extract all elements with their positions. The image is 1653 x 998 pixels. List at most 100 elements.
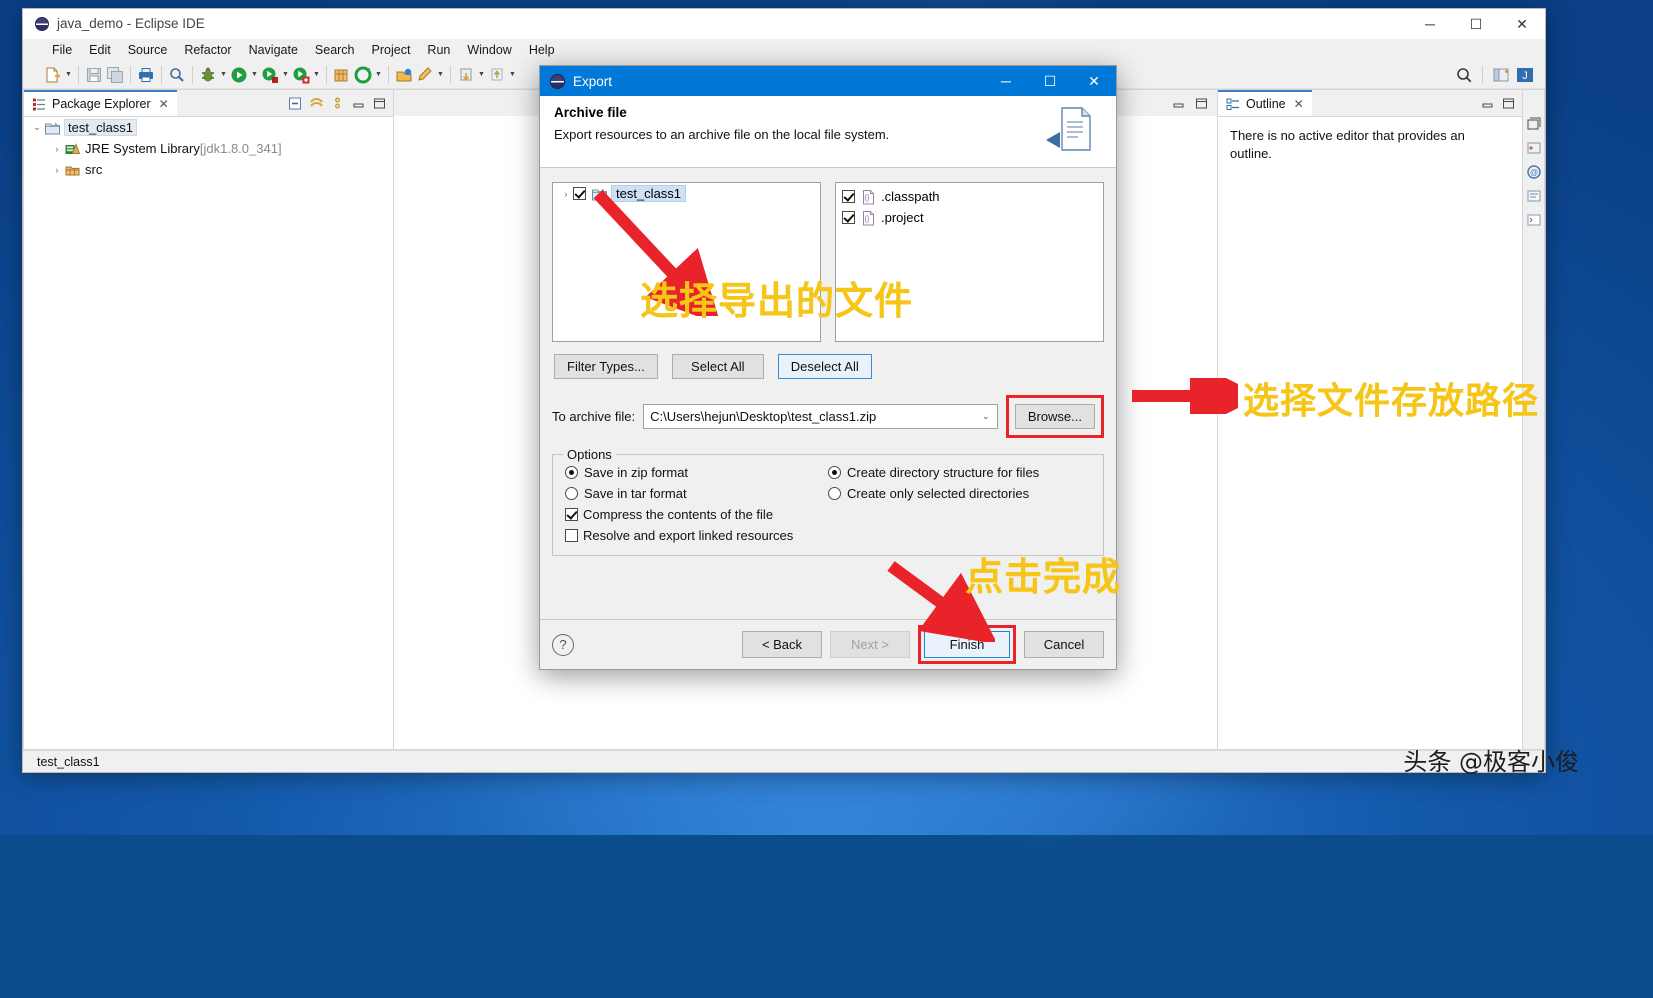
run-icon[interactable] (229, 65, 249, 85)
tab-outline[interactable]: Outline ✕ (1218, 90, 1312, 116)
debug-dropdown-icon[interactable]: ▼ (219, 65, 228, 85)
menu-project[interactable]: Project (365, 41, 418, 59)
back-button[interactable]: < Back (742, 631, 822, 658)
new-wizard-icon[interactable] (43, 65, 63, 85)
open-type-dropdown-icon[interactable]: ▼ (374, 65, 383, 85)
tree-item-jre[interactable]: › JRE System Library [jdk1.8.0_341] (24, 138, 393, 159)
cancel-button[interactable]: Cancel (1024, 631, 1104, 658)
filter-types-button[interactable]: Filter Types... (554, 354, 658, 379)
debug-icon[interactable] (198, 65, 218, 85)
minimize-view-icon[interactable] (351, 96, 366, 111)
twisty-icon[interactable]: ⌄ (30, 122, 44, 133)
radio-create-dir-structure[interactable] (828, 466, 841, 479)
checkbox-resolve-linked[interactable] (565, 529, 578, 542)
maximize-button[interactable]: ☐ (1453, 9, 1499, 39)
close-button[interactable]: ✕ (1499, 9, 1545, 39)
chevron-down-icon[interactable]: ⌄ (975, 411, 997, 422)
option-create-selected-dirs[interactable]: Create only selected directories (828, 486, 1091, 501)
file-checkbox-classpath[interactable] (842, 190, 855, 203)
option-create-dir-structure[interactable]: Create directory structure for files (828, 465, 1091, 480)
maximize-view-icon[interactable] (372, 96, 387, 111)
export-dialog-window-controls: ─ ☐ ✕ (984, 66, 1116, 96)
checkbox-compress[interactable] (565, 508, 578, 521)
maximize-outline-icon[interactable] (1501, 96, 1516, 111)
file-list-item[interactable]: {} .classpath (836, 186, 1103, 207)
new-java-package-icon[interactable] (332, 65, 352, 85)
menu-run[interactable]: Run (420, 41, 457, 59)
restore-icon[interactable] (1526, 116, 1542, 132)
menu-window[interactable]: Window (460, 41, 518, 59)
eclipse-logo-icon (550, 73, 565, 89)
option-compress[interactable]: Compress the contents of the file (565, 507, 828, 522)
outline-close-icon[interactable]: ✕ (1294, 97, 1304, 111)
menu-file[interactable]: File (45, 41, 79, 59)
browse-button[interactable]: Browse... (1014, 404, 1095, 429)
previous-annotation-dropdown-icon[interactable]: ▼ (508, 65, 517, 85)
menu-search[interactable]: Search (308, 41, 362, 59)
option-save-tar[interactable]: Save in tar format (565, 486, 828, 501)
tab-package-explorer[interactable]: Package Explorer ✕ (24, 90, 177, 116)
radio-save-tar[interactable] (565, 487, 578, 500)
quick-access-search-icon[interactable] (1454, 65, 1474, 85)
twisty-icon[interactable]: › (50, 165, 64, 175)
dialog-close-button[interactable]: ✕ (1072, 66, 1116, 96)
search-toolbar-icon[interactable] (167, 65, 187, 85)
javadoc-icon[interactable]: @ (1526, 164, 1542, 180)
new-wizard-dropdown-icon[interactable]: ▼ (64, 65, 73, 85)
package-explorer-close-icon[interactable]: ✕ (159, 97, 169, 111)
file-checkbox-project[interactable] (842, 211, 855, 224)
option-save-zip[interactable]: Save in zip format (565, 465, 828, 480)
minimize-button[interactable]: ─ (1407, 9, 1453, 39)
menu-help[interactable]: Help (522, 41, 562, 59)
edit-dropdown-icon[interactable]: ▼ (436, 65, 445, 85)
help-icon[interactable]: ? (552, 633, 574, 656)
open-perspective-icon[interactable] (394, 65, 414, 85)
run-external-tools-icon[interactable] (260, 65, 280, 85)
radio-save-zip[interactable] (565, 466, 578, 479)
save-icon[interactable] (84, 65, 104, 85)
collapse-all-icon[interactable] (288, 96, 303, 111)
options-legend: Options (563, 447, 616, 462)
next-annotation-dropdown-icon[interactable]: ▼ (477, 65, 486, 85)
save-all-icon[interactable] (105, 65, 125, 85)
next-annotation-icon[interactable] (456, 65, 476, 85)
radio-create-selected-dirs[interactable] (828, 487, 841, 500)
open-perspective-button-icon[interactable] (1491, 65, 1511, 85)
previous-annotation-icon[interactable] (487, 65, 507, 85)
edit-pencil-icon[interactable] (415, 65, 435, 85)
menu-refactor[interactable]: Refactor (177, 41, 238, 59)
minimize-editor-icon[interactable] (1171, 96, 1186, 111)
tree-item-project[interactable]: ⌄ test_class1 (24, 117, 393, 138)
toolbar-right-group: J (1454, 65, 1545, 85)
package-explorer-tree[interactable]: ⌄ test_class1 › JRE System Library [jdk1… (24, 116, 393, 749)
console-icon[interactable] (1526, 212, 1542, 228)
dialog-maximize-button[interactable]: ☐ (1028, 66, 1072, 96)
view-menu-icon[interactable] (330, 96, 345, 111)
run-external-dropdown-icon[interactable]: ▼ (281, 65, 290, 85)
run-coverage-icon[interactable] (291, 65, 311, 85)
minimize-outline-icon[interactable] (1480, 96, 1495, 111)
twisty-icon[interactable]: › (559, 189, 573, 199)
archive-file-combobox[interactable]: C:\Users\hejun\Desktop\test_class1.zip ⌄ (643, 404, 998, 429)
outline-view-toolbar (1311, 90, 1522, 116)
run-dropdown-icon[interactable]: ▼ (250, 65, 259, 85)
java-perspective-icon[interactable]: J (1515, 65, 1535, 85)
deselect-all-button[interactable]: Deselect All (777, 354, 872, 379)
menu-navigate[interactable]: Navigate (242, 41, 305, 59)
option-resolve-linked[interactable]: Resolve and export linked resources (565, 528, 828, 543)
menu-source[interactable]: Source (121, 41, 175, 59)
dialog-minimize-button[interactable]: ─ (984, 66, 1028, 96)
open-type-icon[interactable] (353, 65, 373, 85)
maximize-editor-icon[interactable] (1194, 96, 1209, 111)
link-with-editor-icon[interactable] (309, 96, 324, 111)
run-coverage-dropdown-icon[interactable]: ▼ (312, 65, 321, 85)
menu-edit[interactable]: Edit (82, 41, 118, 59)
print-icon[interactable] (136, 65, 156, 85)
select-all-button[interactable]: Select All (671, 354, 764, 379)
problems-icon[interactable] (1526, 140, 1542, 156)
twisty-icon[interactable]: › (50, 144, 64, 154)
declaration-icon[interactable] (1526, 188, 1542, 204)
file-list-item[interactable]: {} .project (836, 207, 1103, 228)
resource-tree-checkbox[interactable] (573, 187, 586, 200)
tree-item-src[interactable]: › src (24, 159, 393, 180)
